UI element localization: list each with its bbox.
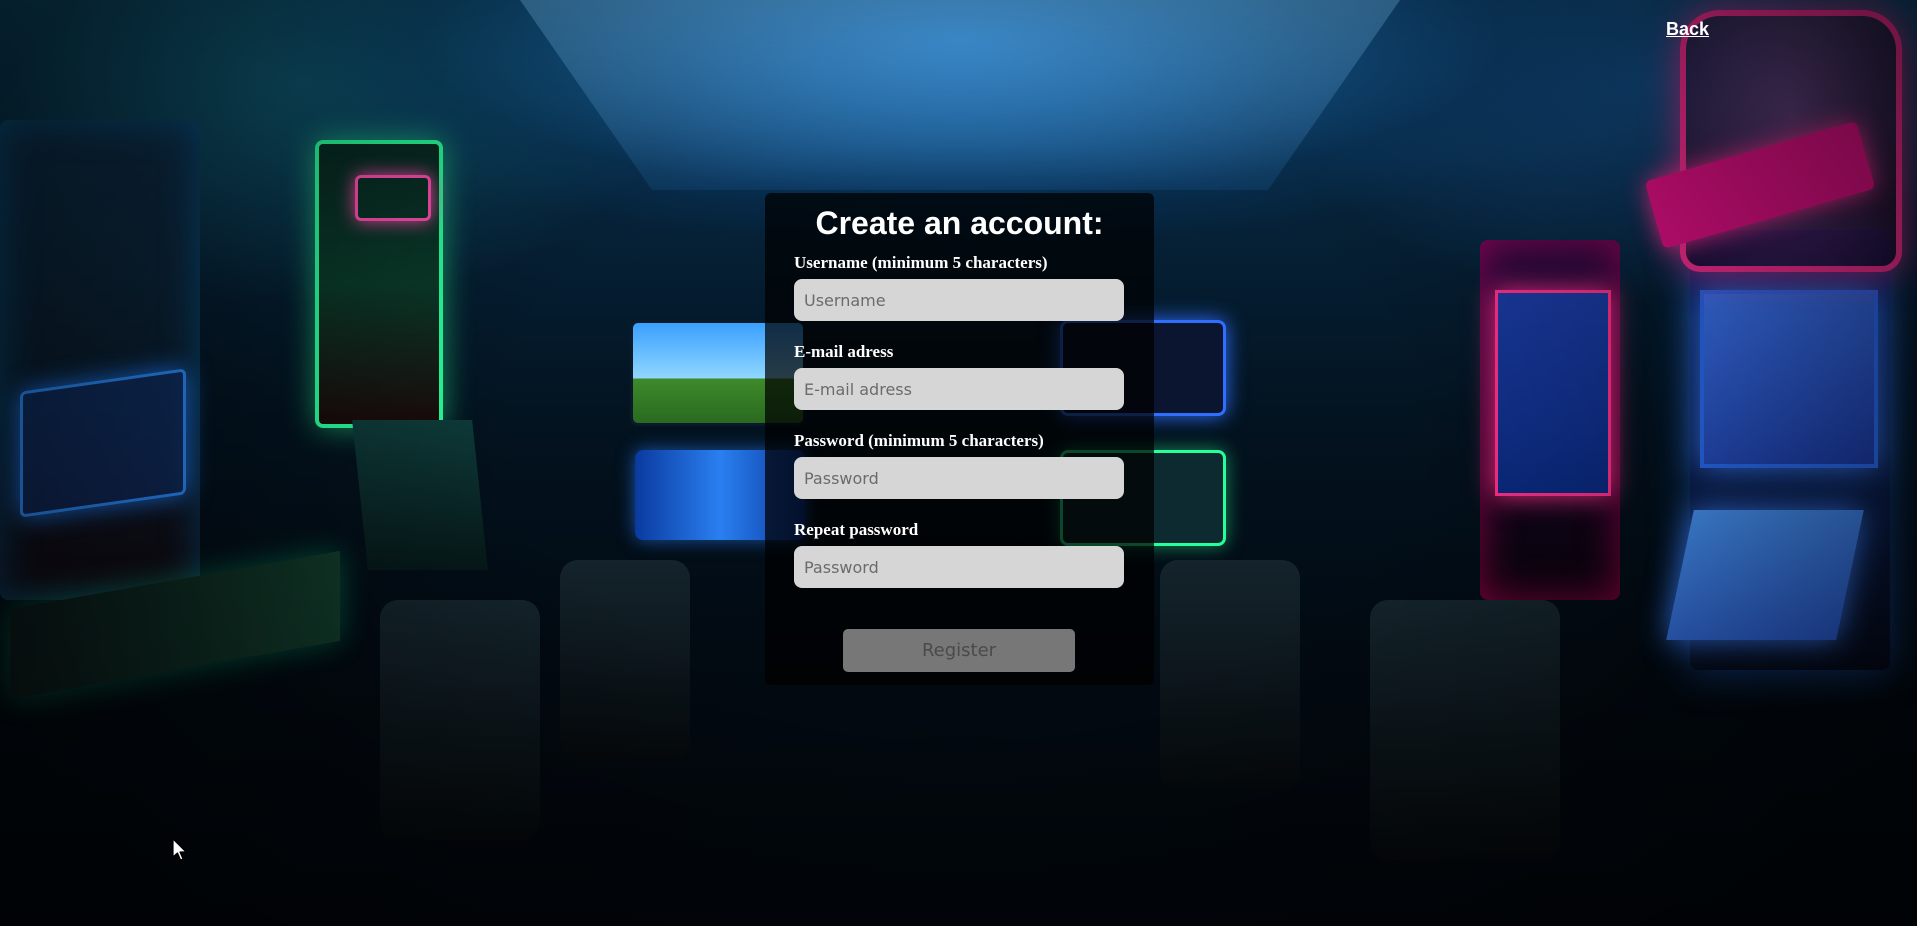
back-link[interactable]: Back: [1666, 19, 1709, 40]
password-label: Password (minimum 5 characters): [794, 431, 1044, 450]
email-label: E-mail adress: [794, 342, 894, 361]
username-label: Username (minimum 5 characters): [794, 253, 1048, 272]
register-button[interactable]: Register: [843, 629, 1075, 672]
register-form-panel: Create an account: Username (minimum 5 c…: [765, 193, 1154, 685]
page-title: Create an account:: [815, 205, 1104, 241]
username-input[interactable]: [794, 279, 1124, 321]
repeat-password-label: Repeat password: [794, 520, 919, 539]
mouse-pointer-icon: [172, 838, 187, 861]
email-input[interactable]: [794, 368, 1124, 410]
repeat-password-input[interactable]: [794, 546, 1124, 588]
password-input[interactable]: [794, 457, 1124, 499]
